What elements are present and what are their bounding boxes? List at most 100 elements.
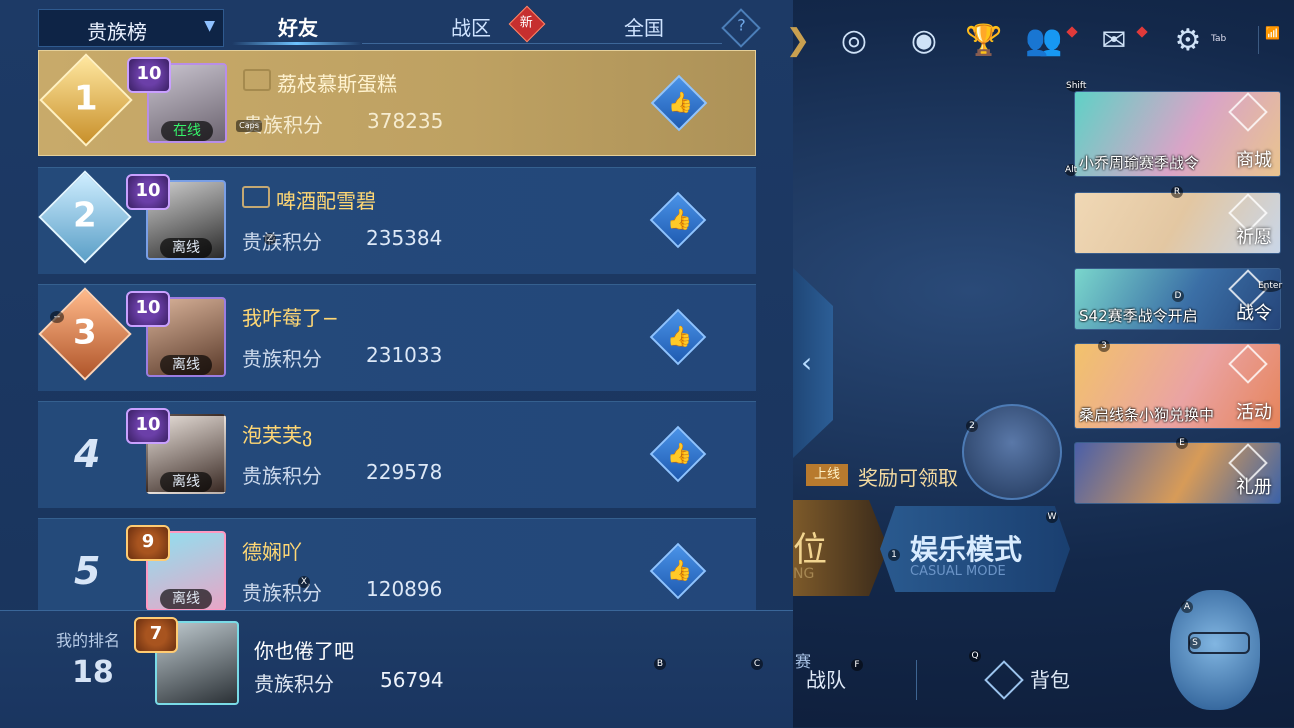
shop-card-caption: 小乔周瑜赛季战令 (1079, 154, 1200, 172)
wish-card[interactable]: 祈愿 (1074, 192, 1281, 254)
ranked-mode-button[interactable]: 位 NG (793, 500, 888, 596)
like-button[interactable]: 👍 (649, 425, 707, 483)
player-name: 荔枝慕斯蛋糕 (277, 72, 397, 96)
hotkey-z: Z (264, 233, 276, 245)
thumbs-up-icon: 👍 (667, 557, 693, 582)
hotkey-3: 3 (1098, 340, 1110, 352)
vip-badge: 9 (126, 525, 170, 561)
gift-book-label: 礼册 (1236, 477, 1272, 498)
hotkey-tab: Tab (1211, 34, 1227, 44)
player-name: 德娴吖 (242, 540, 302, 564)
rank-medal-gold: 1 (39, 53, 133, 147)
leaderboard-row-3[interactable]: 3 10 离线 我咋莓了− 贵族积分 231033 👍 (38, 284, 756, 391)
score-label: 贵族积分 (242, 464, 322, 488)
hotkey-alt: Alt (1065, 164, 1078, 176)
tab-friends[interactable]: 好友 (278, 12, 318, 41)
chevron-down-icon: ▼ (204, 18, 215, 34)
hero-portrait[interactable] (962, 404, 1062, 500)
ranked-mode-title: 位 (793, 530, 827, 570)
friends-notification-dot (1066, 26, 1078, 38)
player-name: 泡芙芙ვ (242, 423, 313, 447)
leaderboard-row-4[interactable]: 4 10 离线 泡芙芙ვ 贵族积分 229578 👍 (38, 401, 756, 508)
rank-medal-silver: 2 (38, 170, 132, 264)
like-button[interactable]: 👍 (649, 542, 707, 600)
event-icon (1228, 344, 1268, 384)
reward-tag: 上线 (806, 464, 848, 486)
hotkey-enter: Enter (1258, 280, 1283, 292)
collapse-panel-button[interactable]: ‹ (793, 268, 833, 458)
event-label: 活动 (1236, 402, 1272, 423)
my-name: 你也倦了吧 (254, 639, 354, 663)
team-button[interactable]: 战队 (806, 664, 846, 693)
player-name: 啤酒配雪碧 (276, 189, 376, 213)
wifi-icon: 📶 (1258, 26, 1285, 54)
bottom-divider (916, 660, 917, 700)
hotkey-d: D (1172, 290, 1184, 302)
vip-badge: 10 (126, 291, 170, 327)
chevron-left-icon: ‹ (801, 346, 813, 379)
my-rank-label: 我的排名 (56, 631, 121, 650)
guild-icon (243, 69, 271, 91)
trophy-icon[interactable]: 🏆 (965, 22, 1003, 60)
active-tab-indicator (232, 42, 362, 45)
eye-icon[interactable]: ◉ (905, 22, 943, 60)
target-icon[interactable]: ◎ (835, 22, 873, 60)
leaderboard-row-5[interactable]: 5 9 离线 德娴吖 贵族积分 120896 👍 (38, 518, 756, 625)
leaderboard-row-2[interactable]: 2 10 离线 啤酒配雪碧 贵族积分 235384 👍 (38, 167, 756, 274)
battlepass-label: 战令 (1236, 303, 1272, 324)
rank-medal-bronze: 3 (38, 287, 132, 381)
like-button[interactable]: 👍 (650, 74, 708, 132)
event-card[interactable]: 桑启线条小狗兑换中 活动 (1074, 343, 1281, 429)
my-score: 56794 (380, 668, 444, 692)
tab-divider (362, 43, 722, 44)
wing-icon[interactable]: ❯ (779, 22, 817, 60)
rank-number: 3 (73, 312, 97, 353)
shop-icon (1228, 92, 1268, 132)
thumbs-up-icon: 👍 (667, 206, 693, 231)
battlepass-caption: S42赛季战令开启 (1079, 307, 1198, 325)
leaderboard-row-1[interactable]: 1 10 在线 荔枝慕斯蛋糕 贵族积分 378235 👍 (38, 50, 756, 156)
hotkey-c: C (751, 658, 763, 670)
vip-badge: 10 (126, 408, 170, 444)
score-value: 378235 (367, 109, 444, 133)
casual-mode-subtitle: CASUAL MODE (910, 564, 1006, 579)
leaderboard-panel: 贵族榜 ▼ 好友 战区 新 全国 ? 1 10 在线 荔枝慕斯蛋糕 贵族积分 3… (0, 0, 793, 728)
shop-label: 商城 (1236, 150, 1272, 171)
rank-number: 1 (74, 78, 98, 119)
shop-card[interactable]: 小乔周瑜赛季战令 商城 (1074, 91, 1281, 177)
new-badge-label: 新 (519, 15, 533, 31)
mail-notification-dot (1136, 26, 1148, 38)
login-reward[interactable]: 上线 奖励可领取 (806, 462, 966, 490)
hotkey-b: B (654, 658, 666, 670)
like-button[interactable]: 👍 (649, 308, 707, 366)
offline-status: 离线 (160, 238, 212, 258)
tab-region[interactable]: 战区 (451, 12, 491, 41)
help-icon: ? (737, 15, 746, 35)
my-rank-bar: 我的排名 18 7 你也倦了吧 贵族积分 56794 (0, 610, 793, 728)
friends-icon[interactable]: 👥 (1025, 22, 1063, 60)
score-value: 231033 (366, 343, 443, 367)
mail-icon[interactable]: ✉ (1095, 22, 1133, 60)
help-button[interactable]: ? (721, 8, 761, 48)
online-status: 在线 (161, 121, 213, 141)
vip-badge: 10 (126, 174, 170, 210)
offline-status: 离线 (160, 355, 212, 375)
thumbs-up-icon: 👍 (667, 440, 693, 465)
rank-number: 2 (73, 195, 97, 236)
score-value: 120896 (366, 577, 443, 601)
leaderboard-type-dropdown[interactable]: 贵族榜 ▼ (38, 9, 224, 47)
event-caption: 桑启线条小狗兑换中 (1079, 406, 1215, 424)
casual-mode-button[interactable]: 娱乐模式 CASUAL MODE (880, 506, 1070, 592)
thumbs-up-icon: 👍 (667, 323, 693, 348)
dropdown-label: 贵族榜 (87, 20, 147, 44)
hotkey-r: R (1171, 186, 1183, 198)
like-button[interactable]: 👍 (649, 191, 707, 249)
hotkey-2: 2 (966, 420, 978, 432)
score-label: 贵族积分 (242, 581, 322, 605)
gift-book-card[interactable]: 礼册 (1074, 442, 1281, 504)
score-label: 贵族积分 (254, 672, 334, 696)
tab-national[interactable]: 全国 (624, 12, 664, 41)
offline-status: 离线 (160, 589, 212, 609)
backpack-button[interactable]: 背包 (1030, 664, 1070, 693)
gear-icon[interactable]: ⚙ (1169, 22, 1207, 60)
